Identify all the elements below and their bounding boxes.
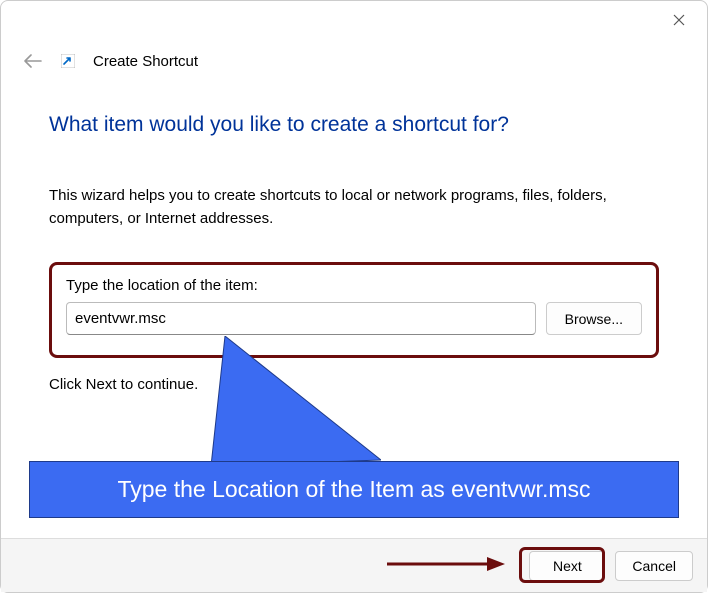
close-icon[interactable] — [665, 6, 693, 34]
footer-bar: Next Cancel — [1, 538, 707, 592]
back-arrow-icon[interactable] — [23, 51, 43, 71]
shortcut-icon — [61, 54, 75, 68]
cancel-button[interactable]: Cancel — [615, 551, 693, 581]
annotation-banner: Type the Location of the Item as eventvw… — [29, 461, 679, 518]
location-input-group: Type the location of the item: Browse... — [49, 262, 659, 358]
titlebar — [1, 1, 707, 39]
browse-button[interactable]: Browse... — [546, 302, 642, 335]
location-input[interactable] — [66, 302, 536, 335]
wizard-title: Create Shortcut — [93, 53, 198, 70]
continue-text: Click Next to continue. — [49, 376, 659, 393]
next-button[interactable]: Next — [529, 551, 605, 581]
description-text: This wizard helps you to create shortcut… — [49, 185, 659, 230]
location-label: Type the location of the item: — [66, 277, 642, 294]
input-row: Browse... — [66, 302, 642, 335]
content-area: What item would you like to create a sho… — [1, 79, 707, 393]
page-heading: What item would you like to create a sho… — [49, 113, 659, 137]
wizard-header: Create Shortcut — [1, 39, 707, 79]
